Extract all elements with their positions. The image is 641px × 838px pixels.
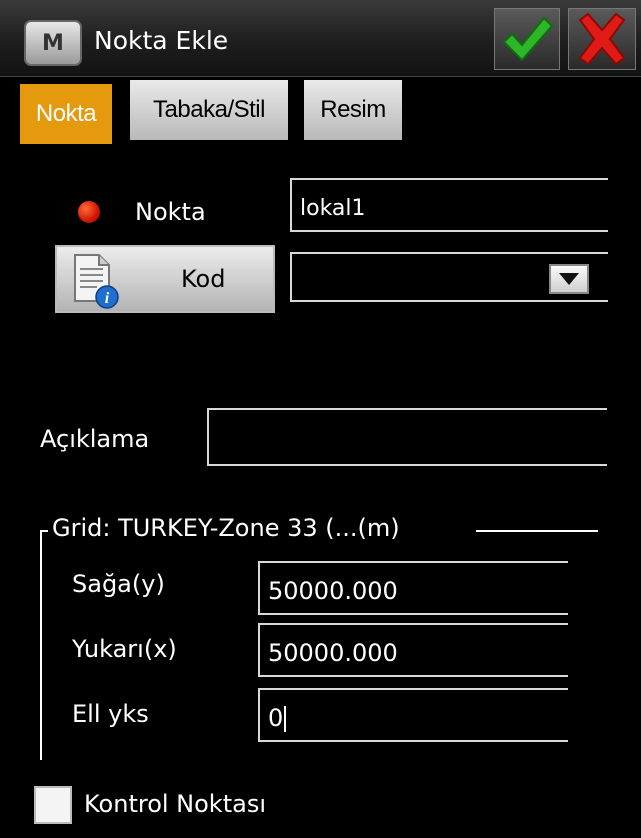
tab-resim[interactable]: Resim (304, 80, 402, 140)
easting-input[interactable]: 50000.000 (258, 561, 568, 615)
title-bar: M Nokta Ekle (0, 0, 641, 77)
ellipsoid-height-input[interactable]: 0 (258, 688, 568, 742)
chevron-down-icon (559, 273, 579, 285)
grid-group-title: Grid: TURKEY-Zone 33 (...(m) (52, 514, 400, 542)
control-point-checkbox[interactable] (34, 786, 72, 824)
ellipsoid-height-label: Ell yks (72, 700, 149, 728)
point-name-input[interactable]: lokal1 (290, 178, 608, 232)
group-border-right (476, 530, 598, 532)
ellipsoid-height-value: 0 (268, 704, 284, 732)
tab-nokta[interactable]: Nokta (20, 84, 112, 144)
group-border-left (40, 530, 42, 760)
checkmark-icon (502, 16, 554, 62)
description-label: Açıklama (40, 425, 150, 453)
point-label: Nokta (135, 198, 206, 226)
code-button[interactable]: i Kod (55, 245, 275, 313)
app-logo-icon[interactable]: M (24, 20, 82, 66)
easting-label: Sağa(y) (72, 570, 165, 598)
northing-label: Yukarı(x) (72, 635, 177, 663)
northing-input[interactable]: 50000.000 (258, 623, 568, 677)
close-icon (578, 12, 626, 66)
ok-button[interactable] (494, 8, 560, 70)
tab-tabaka-stil[interactable]: Tabaka/Stil (130, 80, 288, 140)
description-input[interactable] (207, 408, 607, 466)
document-info-icon: i (74, 254, 119, 309)
window-title: Nokta Ekle (94, 26, 229, 55)
control-point-label[interactable]: Kontrol Noktası (84, 790, 266, 818)
tab-bar: Nokta Tabaka/Stil Resim (0, 76, 641, 144)
text-caret (284, 706, 287, 732)
cancel-button[interactable] (568, 8, 636, 70)
svg-text:i: i (105, 290, 110, 307)
point-status-icon (78, 201, 100, 223)
code-button-label: Kod (181, 265, 226, 293)
dropdown-button[interactable] (549, 264, 589, 294)
